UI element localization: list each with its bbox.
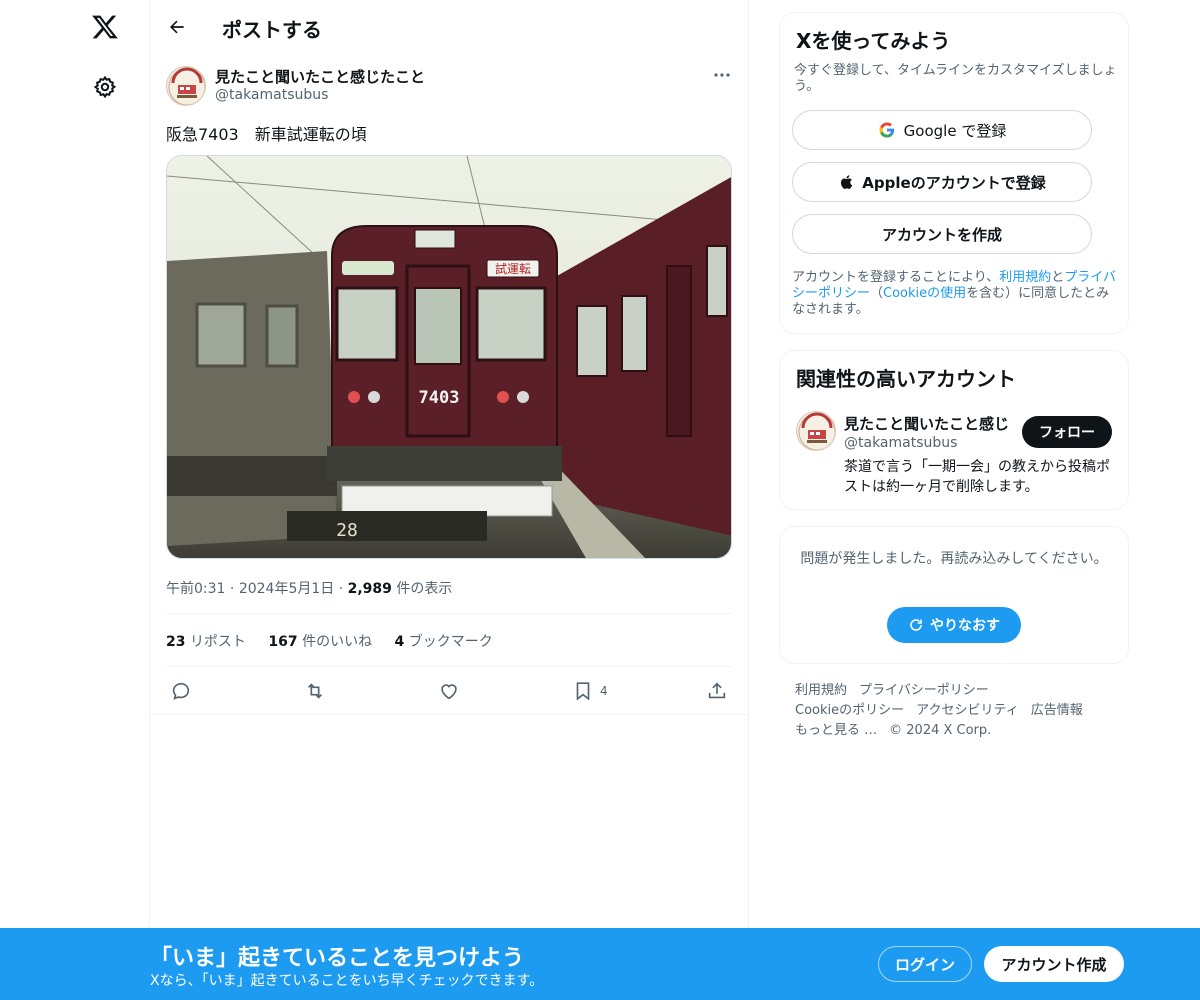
destination-sign: 試運転 bbox=[495, 261, 531, 276]
gear-icon[interactable] bbox=[88, 70, 122, 104]
post-time[interactable]: 午前0:31 bbox=[166, 581, 225, 597]
bookmark-count: 4 bbox=[600, 684, 608, 698]
arrow-left-icon bbox=[170, 20, 184, 34]
more-options-button[interactable] bbox=[708, 63, 736, 87]
follow-button[interactable]: フォロー bbox=[1022, 416, 1112, 448]
terms-text: アカウントを登録することにより、利用規約とプライバシーポリシー（Cookieの使… bbox=[792, 270, 1117, 317]
related-title: 関連性の高いアカウント bbox=[796, 367, 1016, 391]
author-avatar[interactable] bbox=[166, 66, 206, 106]
bottom-bar-subtitle: Xなら、「いま」起きていることをいち早くチェックできます。 bbox=[150, 973, 544, 989]
retry-button[interactable]: やりなおす bbox=[887, 607, 1021, 643]
footer-more-link[interactable]: もっと見る … bbox=[795, 723, 877, 738]
share-icon bbox=[708, 682, 726, 699]
apple-icon bbox=[841, 175, 853, 189]
post-text: 阪急7403 新車試運転の頃 bbox=[166, 125, 367, 144]
author-handle[interactable]: @takamatsubus bbox=[215, 87, 328, 103]
error-message: 問題が発生しました。再読み込みしてください。 bbox=[800, 551, 1108, 567]
login-button[interactable]: ログイン bbox=[878, 946, 972, 982]
bookmarks-stat[interactable]: 4 ブックマーク bbox=[395, 634, 493, 650]
more-icon bbox=[714, 73, 730, 77]
related-handle[interactable]: @takamatsubus bbox=[844, 435, 957, 451]
like-button[interactable] bbox=[438, 678, 466, 704]
post-stats: 23 リポスト 167 件のいいね 4 ブックマーク bbox=[166, 631, 511, 651]
reply-button[interactable] bbox=[170, 678, 198, 704]
author-name[interactable]: 見たこと聞いたこと感じたこと bbox=[215, 66, 425, 87]
back-button[interactable] bbox=[160, 10, 194, 44]
heart-icon bbox=[441, 684, 457, 700]
repost-icon bbox=[307, 683, 323, 699]
footer-links: 利用規約 プライバシーポリシー Cookieのポリシー アクセシビリティ 広告情報 も… bbox=[795, 681, 1115, 741]
related-avatar[interactable] bbox=[796, 411, 836, 451]
apple-signup-button[interactable]: Appleのアカウントで登録 bbox=[792, 162, 1092, 202]
copyright: © 2024 X Corp. bbox=[889, 723, 992, 738]
bottom-bar-title: 「いま」起きていることを見つけよう bbox=[150, 946, 525, 971]
likes-stat[interactable]: 167 件のいいね bbox=[268, 634, 372, 650]
create-account-button[interactable]: アカウントを作成 bbox=[792, 214, 1092, 254]
footer-link[interactable]: Cookieのポリシー bbox=[795, 703, 904, 718]
train-number: 7403 bbox=[419, 388, 460, 408]
related-bio: 茶道で言う「一期一会」の教えから投稿ポストは約一ヶ月で削除します。 bbox=[844, 459, 1110, 495]
terms-link[interactable]: 利用規約 bbox=[999, 270, 1051, 285]
signup-title: Xを使ってみよう bbox=[796, 29, 951, 53]
cookie-link[interactable]: Cookieの使用 bbox=[883, 286, 966, 301]
bookmark-icon bbox=[576, 682, 590, 701]
signup-subtitle: 今すぐ登録して、タイムラインをカスタマイズしましょう。 bbox=[794, 63, 1117, 94]
share-button[interactable] bbox=[706, 678, 734, 704]
footer-link[interactable]: プライバシーポリシー bbox=[859, 683, 989, 698]
signup-card: Xを使ってみよう 今すぐ登録して、タイムラインをカスタマイズしましょう。 Goo… bbox=[779, 12, 1129, 334]
related-name[interactable]: 見たこと聞いたこと感じ bbox=[844, 413, 1009, 434]
refresh-icon bbox=[910, 619, 922, 631]
repost-button[interactable] bbox=[304, 678, 332, 704]
post-date[interactable]: 2024年5月1日 bbox=[239, 581, 334, 597]
error-card: 問題が発生しました。再読み込みしてください。 やりなおす bbox=[779, 526, 1129, 664]
footer-link[interactable]: 利用規約 bbox=[795, 683, 847, 698]
bookmark-button[interactable]: 4 bbox=[572, 678, 608, 704]
views-count: 2,989 bbox=[347, 581, 392, 597]
x-logo-icon[interactable] bbox=[88, 10, 122, 44]
post-meta: 午前0:31 · 2024年5月1日 · 2,989 件の表示 bbox=[166, 581, 453, 597]
track-marker: 28 bbox=[336, 520, 358, 541]
reply-icon bbox=[172, 682, 190, 700]
footer-link[interactable]: アクセシビリティ bbox=[916, 703, 1019, 718]
google-icon bbox=[879, 122, 894, 138]
signup-button[interactable]: アカウント作成 bbox=[984, 946, 1124, 982]
reposts-stat[interactable]: 23 リポスト bbox=[166, 634, 246, 650]
footer-link[interactable]: 広告情報 bbox=[1031, 703, 1083, 718]
page-title: ポストする bbox=[222, 18, 322, 42]
divider bbox=[166, 613, 732, 614]
divider bbox=[166, 666, 732, 667]
divider bbox=[150, 714, 748, 715]
google-signup-button[interactable]: Google で登録 bbox=[792, 110, 1092, 150]
bottom-signup-bar: 「いま」起きていることを見つけよう Xなら、「いま」起きていることをいち早くチェ… bbox=[0, 928, 1200, 1000]
post-image[interactable]: 試運転 7403 28 bbox=[166, 155, 732, 559]
related-accounts-card: 関連性の高いアカウント 見たこと聞いたこと感じ @takamatsubus フォ… bbox=[779, 350, 1129, 510]
views-label: 件の表示 bbox=[396, 581, 453, 597]
